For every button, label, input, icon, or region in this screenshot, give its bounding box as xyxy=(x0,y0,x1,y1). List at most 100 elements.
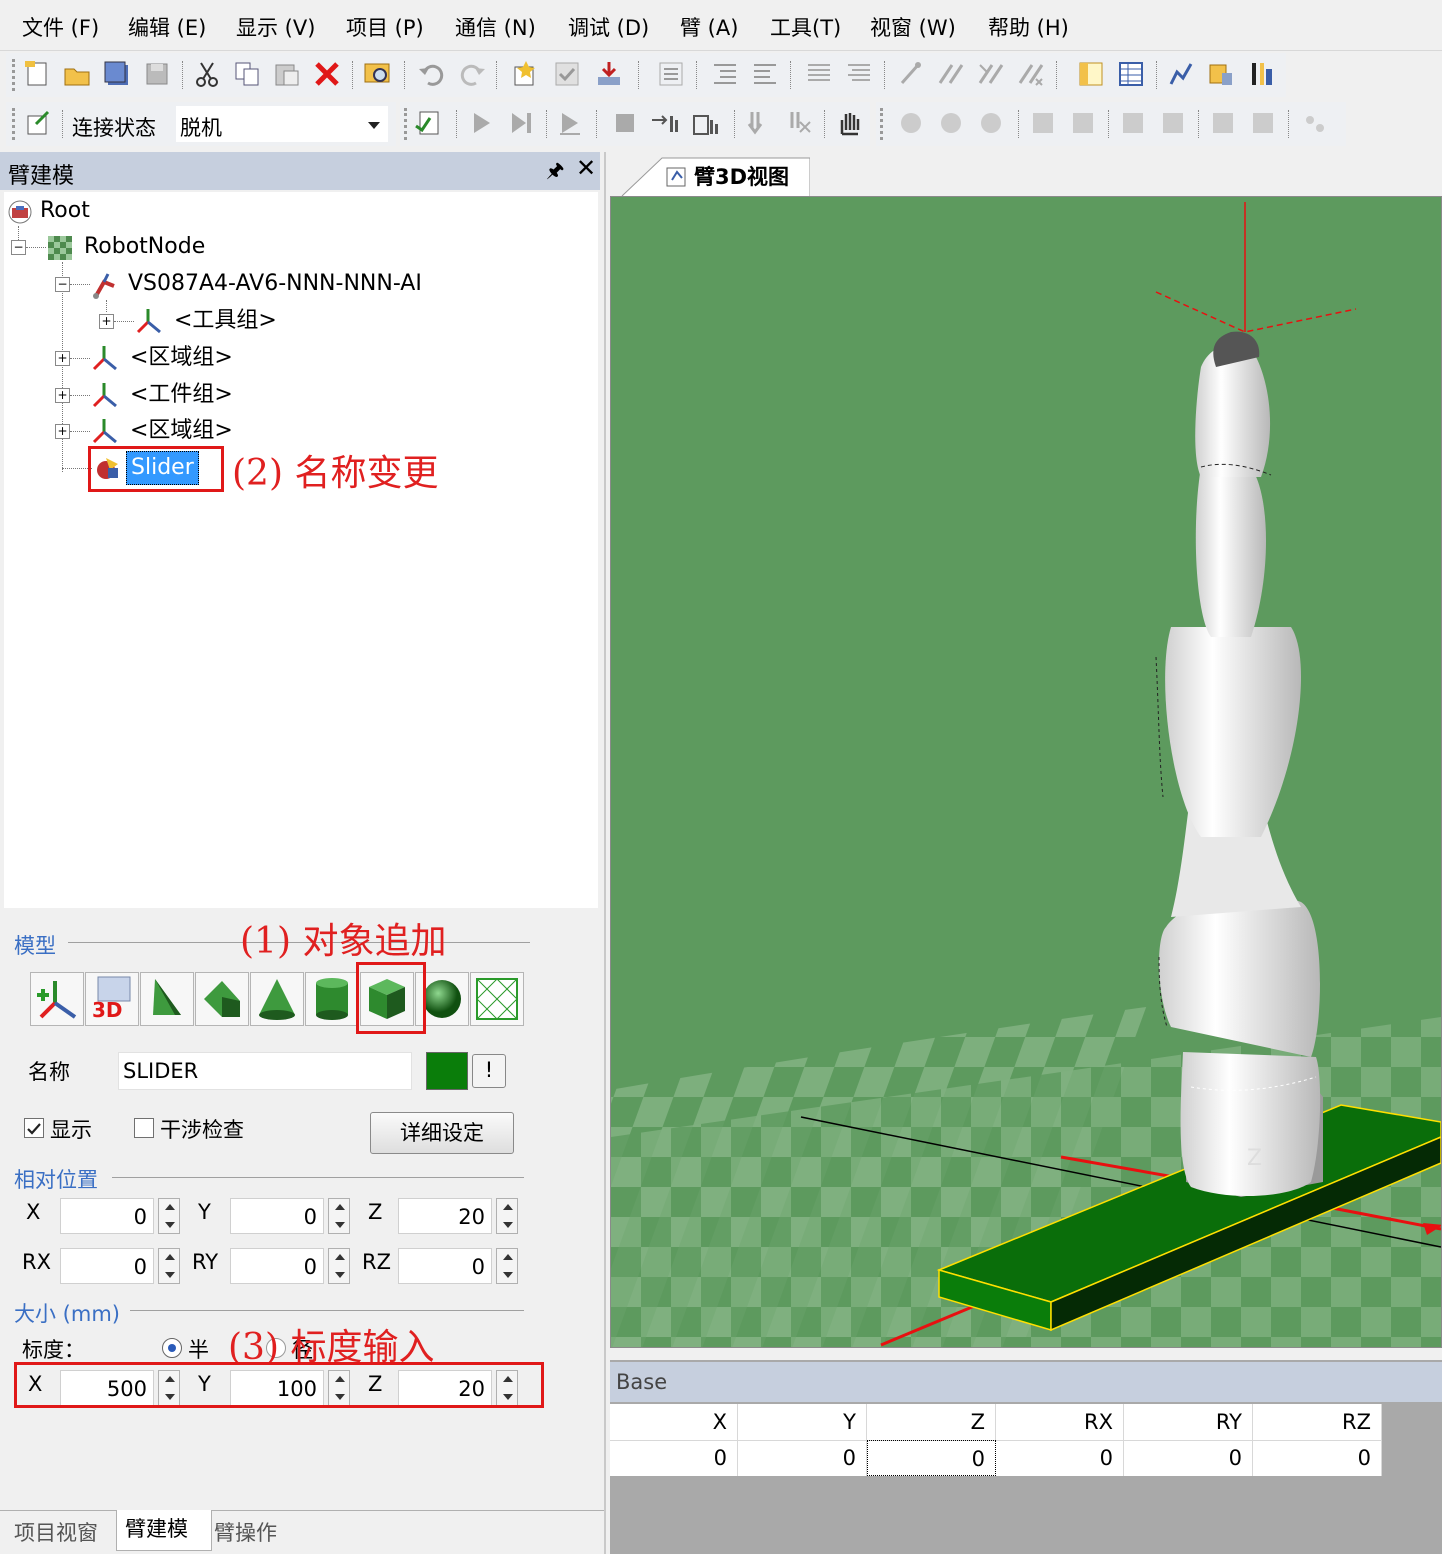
menu-debug[interactable]: 调试 (D) xyxy=(568,12,649,42)
menu-window[interactable]: 视窗 (W) xyxy=(870,12,956,42)
interference-checkbox[interactable] xyxy=(134,1118,154,1138)
robot-connect-icon[interactable] xyxy=(1166,59,1196,89)
expand-icon[interactable]: + xyxy=(55,424,70,439)
tree-robot[interactable]: VS087A4-AV6-NNN-NNN-AI xyxy=(128,269,422,299)
delete-icon[interactable] xyxy=(312,59,342,89)
tree-area-group[interactable]: <区域组> xyxy=(130,343,233,373)
add-cone-button[interactable] xyxy=(250,972,304,1026)
table-icon[interactable] xyxy=(1116,59,1146,89)
close-icon[interactable]: ✕ xyxy=(576,154,596,182)
toolbar-grip[interactable] xyxy=(404,108,411,140)
new-project-icon[interactable] xyxy=(510,59,540,89)
paste-icon[interactable] xyxy=(272,59,302,89)
pos-rz-spinner[interactable] xyxy=(496,1248,518,1284)
view-reset-icon[interactable] xyxy=(1248,108,1278,138)
new-icon[interactable] xyxy=(22,59,52,89)
pos-x-input[interactable]: 0 xyxy=(60,1198,154,1234)
view-side-icon[interactable] xyxy=(936,108,966,138)
step-over-icon[interactable] xyxy=(690,108,720,138)
step-icon[interactable] xyxy=(506,108,536,138)
check-icon[interactable] xyxy=(552,59,582,89)
pos-z-spinner[interactable] xyxy=(496,1198,518,1234)
expand-icon[interactable]: + xyxy=(55,351,70,366)
view-fit-icon[interactable] xyxy=(1208,108,1238,138)
view-rotate-icon[interactable] xyxy=(1028,108,1058,138)
tree-robot-node[interactable]: RobotNode xyxy=(84,232,205,262)
add-pyramid-button[interactable] xyxy=(140,972,194,1026)
pos-rx-input[interactable]: 0 xyxy=(60,1248,154,1284)
cycle-icon[interactable] xyxy=(556,108,586,138)
tree-work-group[interactable]: <工件组> xyxy=(130,380,233,410)
stop-icon[interactable] xyxy=(610,108,640,138)
tab-3d-view[interactable]: 臂3D视图 xyxy=(694,161,789,191)
menu-communication[interactable]: 通信 (N) xyxy=(455,12,536,42)
tree-root[interactable]: Root xyxy=(40,196,90,226)
tab-arm-modeling[interactable]: 臂建模 xyxy=(116,1510,212,1551)
hand-icon[interactable] xyxy=(834,108,864,138)
toolbar-grip[interactable] xyxy=(12,59,19,91)
step-back-icon[interactable] xyxy=(744,108,774,138)
pos-rz-input[interactable]: 0 xyxy=(398,1248,492,1284)
pos-ry-spinner[interactable] xyxy=(328,1248,350,1284)
pos-rx-spinner[interactable] xyxy=(158,1248,180,1284)
menu-view[interactable]: 显示 (V) xyxy=(236,12,315,42)
show-checkbox[interactable] xyxy=(24,1118,44,1138)
base-rx-cell[interactable]: 0 xyxy=(996,1440,1124,1476)
pin-icon[interactable]: 🖈 xyxy=(546,156,565,190)
connection-status-dropdown[interactable]: 脱机 xyxy=(176,106,388,142)
chevron-down-icon[interactable] xyxy=(368,122,380,129)
pos-x-spinner[interactable] xyxy=(158,1198,180,1234)
cut-icon[interactable] xyxy=(192,59,222,89)
tree-tool-group[interactable]: <工具组> xyxy=(174,306,277,336)
save-all-icon[interactable] xyxy=(102,59,132,89)
view-walk-icon[interactable] xyxy=(1300,108,1330,138)
expand-icon[interactable]: + xyxy=(55,388,70,403)
name-input[interactable]: SLIDER xyxy=(118,1052,412,1090)
pos-y-input[interactable]: 0 xyxy=(230,1198,324,1234)
add-mesh-button[interactable] xyxy=(470,972,524,1026)
toolbar-grip[interactable] xyxy=(12,108,19,140)
list-icon[interactable] xyxy=(656,59,686,89)
add-3d-model-button[interactable]: 3D xyxy=(85,972,139,1026)
base-ry-cell[interactable]: 0 xyxy=(1124,1440,1253,1476)
menu-edit[interactable]: 编辑 (E) xyxy=(128,12,206,42)
view-top-icon[interactable] xyxy=(976,108,1006,138)
tab-project-view[interactable]: 项目视窗 xyxy=(14,1514,98,1554)
find-icon[interactable] xyxy=(362,59,392,89)
base-y-cell[interactable]: 0 xyxy=(738,1440,867,1476)
redo-icon[interactable] xyxy=(458,59,488,89)
tab-arm-operation[interactable]: 臂操作 xyxy=(214,1514,277,1554)
base-x-cell[interactable]: 0 xyxy=(610,1440,738,1476)
menu-help[interactable]: 帮助 (H) xyxy=(988,12,1069,42)
breakpoint-toggle-icon[interactable] xyxy=(936,59,966,89)
pause-robot-icon[interactable] xyxy=(1246,59,1276,89)
color-picker-button[interactable]: ! xyxy=(472,1054,506,1088)
pos-z-input[interactable]: 20 xyxy=(398,1198,492,1234)
add-wedge-button[interactable] xyxy=(195,972,249,1026)
indent-icon[interactable] xyxy=(710,59,740,89)
step-in-icon[interactable] xyxy=(650,108,680,138)
3d-viewport[interactable]: Z xyxy=(610,196,1442,1348)
tree-area-group[interactable]: <区域组> xyxy=(130,416,233,446)
copy-icon[interactable] xyxy=(232,59,262,89)
toolbar-grip[interactable] xyxy=(880,108,887,140)
save-icon[interactable] xyxy=(142,59,172,89)
add-cylinder-button[interactable] xyxy=(305,972,359,1026)
base-z-cell[interactable]: 0 xyxy=(867,1440,996,1476)
base-grid[interactable]: X Y Z RX RY RZ 0 0 0 0 0 0 xyxy=(610,1404,1382,1476)
outdent-icon[interactable] xyxy=(750,59,780,89)
pos-y-spinner[interactable] xyxy=(328,1198,350,1234)
download-icon[interactable] xyxy=(594,59,624,89)
menu-file[interactable]: 文件 (F) xyxy=(22,12,99,42)
play-icon[interactable] xyxy=(466,108,496,138)
base-rz-cell[interactable]: 0 xyxy=(1253,1440,1382,1476)
expand-icon[interactable]: + xyxy=(99,314,114,329)
breakpoint-clear-icon[interactable] xyxy=(976,59,1006,89)
uncomment-icon[interactable] xyxy=(844,59,874,89)
pos-ry-input[interactable]: 0 xyxy=(230,1248,324,1284)
collapse-icon[interactable]: − xyxy=(55,277,70,292)
model-tree[interactable]: Root − RobotNode − VS087A4-AV6-NNN-NNN-A… xyxy=(4,192,598,908)
view-zoom-out-icon[interactable] xyxy=(1158,108,1188,138)
breakpoint-icon[interactable] xyxy=(896,59,926,89)
add-frame-button[interactable] xyxy=(30,972,84,1026)
